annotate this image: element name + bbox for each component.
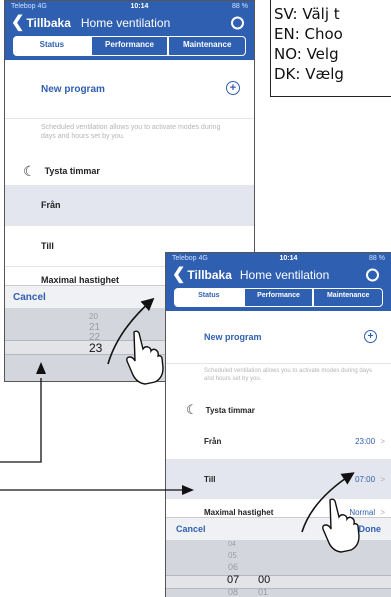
connector-arrowhead — [182, 485, 194, 495]
connector-arrowhead — [36, 362, 46, 374]
hand-gesture-icon — [322, 498, 360, 553]
hand-gesture-icon — [126, 330, 164, 385]
annotation-overlay — [0, 297, 360, 553]
connector-line — [0, 378, 42, 463]
